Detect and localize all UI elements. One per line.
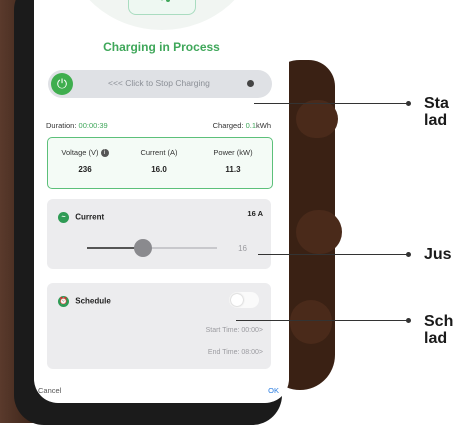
callout-line2: lad	[424, 112, 449, 129]
charged-unit: kWh	[256, 121, 271, 130]
wave-icon: ~	[58, 212, 69, 223]
schedule-toggle[interactable]	[229, 292, 259, 308]
metric-power: Power (kW) 11.3	[198, 148, 268, 174]
toggle-knob	[231, 294, 243, 306]
callout-dot	[406, 318, 411, 323]
callout-dot	[406, 252, 411, 257]
callout-schedule: Sch lad	[424, 313, 453, 347]
ok-button[interactable]: OK	[268, 386, 279, 395]
callout-line1: Sch	[424, 313, 453, 330]
stop-charging-slider[interactable]: ⏻ <<< Click to Stop Charging	[48, 70, 272, 98]
alarm-clock-icon: ⏰	[58, 296, 69, 307]
stop-charging-label: <<< Click to Stop Charging	[108, 78, 210, 88]
callout-line	[254, 103, 409, 104]
phone-frame: Charging in Process ⏻ <<< Click to Stop …	[14, 0, 282, 425]
duration-label: Duration:	[46, 121, 76, 130]
finger	[296, 210, 342, 254]
metrics-panel: Voltage (V) i 236 Current (A) 16.0 Power…	[47, 137, 273, 189]
duration-value: 00:00:39	[79, 121, 108, 130]
callout-stop-charging: Sta lad	[424, 95, 449, 129]
callout-dot	[406, 101, 411, 106]
schedule-card: ⏰ Schedule Start Time: 00:00> End Time: …	[47, 283, 271, 369]
info-icon[interactable]: i	[101, 149, 109, 157]
schedule-title: Schedule	[75, 297, 111, 306]
callout-adjust-current: Jus	[424, 246, 452, 263]
current-card: ~ Current 16 A 16	[47, 199, 271, 269]
metric-label: Voltage (V)	[61, 148, 98, 157]
power-icon[interactable]: ⏻	[51, 73, 73, 95]
cancel-button[interactable]: Cancel	[38, 386, 61, 395]
end-time-link[interactable]: End Time: 08:00>	[208, 349, 263, 356]
current-slider-handle[interactable]	[134, 239, 152, 257]
schedule-header: ⏰ Schedule	[58, 296, 111, 307]
app-screen: Charging in Process ⏻ <<< Click to Stop …	[34, 0, 289, 403]
stats-row: Duration: 00:00:39 Charged: 0.1kWh	[46, 121, 271, 130]
metric-label: Current (A)	[140, 148, 177, 157]
charger-illustration	[128, 0, 196, 15]
charged-stat: Charged: 0.1kWh	[213, 121, 271, 130]
start-time-link[interactable]: Start Time: 00:00>	[206, 327, 263, 334]
current-header: ~ Current	[58, 212, 104, 223]
metric-current: Current (A) 16.0	[124, 148, 194, 174]
callout-line1: Sta	[424, 95, 449, 112]
metric-value: 11.3	[198, 165, 268, 174]
current-amps: 16 A	[247, 209, 263, 218]
callout-line	[258, 254, 408, 255]
charged-value: 0.1	[246, 121, 256, 130]
current-slider-value: 16	[238, 244, 247, 253]
metric-value: 16.0	[124, 165, 194, 174]
metric-label: Power (kW)	[213, 148, 252, 157]
metric-voltage: Voltage (V) i 236	[50, 148, 120, 174]
callout-line	[236, 320, 408, 321]
current-title: Current	[75, 213, 104, 222]
callout-line1: Jus	[424, 246, 452, 263]
charged-label: Charged:	[213, 121, 244, 130]
charging-dots-icon	[157, 0, 173, 4]
finger	[290, 300, 332, 344]
finger	[296, 100, 338, 138]
metric-value: 236	[50, 165, 120, 174]
callout-anchor	[247, 80, 254, 87]
page-title: Charging in Process	[34, 40, 289, 54]
callout-line2: lad	[424, 330, 453, 347]
